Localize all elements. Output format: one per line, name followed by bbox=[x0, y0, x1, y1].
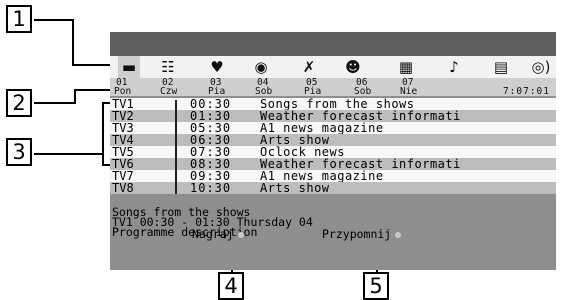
channel-name: TV6 bbox=[112, 158, 134, 170]
programme-time: 10:30 bbox=[190, 182, 232, 194]
programme-time: 06:30 bbox=[190, 134, 232, 146]
record-button[interactable]: Nagraj bbox=[192, 228, 244, 240]
radio-icon[interactable]: ◎) bbox=[528, 58, 554, 76]
film-icon[interactable]: ▦ bbox=[395, 58, 417, 76]
callout-2: 2 bbox=[6, 89, 32, 117]
news-icon[interactable]: ☷ bbox=[157, 58, 179, 76]
leader-line-1 bbox=[72, 19, 74, 66]
record-label: Nagraj bbox=[192, 227, 234, 241]
leader-line-1 bbox=[72, 64, 112, 66]
channel-name: TV1 bbox=[112, 98, 134, 110]
sport-icon[interactable]: ✗ bbox=[298, 58, 320, 76]
programme-time: 00:30 bbox=[190, 98, 232, 110]
programme-title: Oclock news bbox=[260, 146, 345, 158]
leader-line-1 bbox=[34, 19, 74, 21]
channel-name: TV4 bbox=[112, 134, 134, 146]
programme-title: A1 news magazine bbox=[260, 170, 384, 182]
date-day[interactable]: Pia bbox=[304, 87, 321, 97]
leader-line-3 bbox=[102, 102, 104, 166]
channel-name: TV7 bbox=[112, 170, 134, 182]
date-row: 01 Pon 02 Czw 03 Pia 04 Sob 05 Pia 06 So… bbox=[110, 78, 556, 96]
programme-title: Weather forecast informati bbox=[260, 158, 461, 170]
document-icon[interactable]: ▤ bbox=[490, 58, 512, 76]
music-icon[interactable]: ♪ bbox=[443, 58, 465, 76]
leader-line-3 bbox=[34, 153, 104, 155]
callout-4: 4 bbox=[218, 272, 244, 300]
programme-title: Weather forecast informati bbox=[260, 110, 461, 122]
category-icon-row: ▬ ☷ ♥ ◉ ✗ ☻ ▦ ♪ ▤ ◎) bbox=[110, 56, 556, 78]
column-separator bbox=[175, 100, 177, 194]
programme-time: 08:30 bbox=[190, 158, 232, 170]
heart-icon[interactable]: ♥ bbox=[206, 58, 228, 76]
remind-button[interactable]: Przypomnij bbox=[322, 227, 402, 241]
kids-icon[interactable]: ☻ bbox=[342, 58, 364, 76]
programme-title: Arts show bbox=[260, 134, 330, 146]
programme-time: 07:30 bbox=[190, 146, 232, 158]
programme-time: 09:30 bbox=[190, 170, 232, 182]
callout-3: 3 bbox=[6, 138, 32, 166]
record-indicator-icon bbox=[237, 231, 244, 238]
date-day[interactable]: Nie bbox=[400, 87, 417, 97]
leader-line-2 bbox=[74, 89, 76, 104]
programme-title: Arts show bbox=[260, 182, 330, 194]
callout-5: 5 bbox=[363, 272, 389, 300]
epg-screen: ▬ ☷ ♥ ◉ ✗ ☻ ▦ ♪ ▤ ◎) 01 Pon 02 Czw 03 Pi… bbox=[110, 32, 556, 270]
channel-name: TV2 bbox=[112, 110, 134, 122]
date-day[interactable]: Czw bbox=[160, 87, 177, 97]
clock: 7:07:01 bbox=[502, 86, 550, 97]
programme-time: 01:30 bbox=[190, 110, 232, 122]
tv-icon[interactable]: ▬ bbox=[118, 56, 140, 78]
remind-indicator-icon bbox=[395, 231, 402, 238]
remind-label: Przypomnij bbox=[322, 227, 392, 241]
leader-line-2 bbox=[74, 89, 112, 91]
palette-icon[interactable]: ◉ bbox=[250, 58, 272, 76]
programme-title: A1 news magazine bbox=[260, 122, 384, 134]
date-day[interactable]: Sob bbox=[354, 87, 371, 97]
channel-name: TV8 bbox=[112, 182, 134, 194]
channel-name: TV5 bbox=[112, 146, 134, 158]
top-band bbox=[110, 32, 556, 56]
programme-list: TV1 00:30 Songs from the shows TV2 01:30… bbox=[110, 98, 556, 196]
date-day[interactable]: Sob bbox=[255, 87, 272, 97]
programme-time: 05:30 bbox=[190, 122, 232, 134]
date-day[interactable]: Pon bbox=[114, 87, 131, 97]
channel-name: TV3 bbox=[112, 122, 134, 134]
leader-line-2 bbox=[34, 102, 76, 104]
date-day[interactable]: Pia bbox=[208, 87, 225, 97]
programme-title: Songs from the shows bbox=[260, 98, 415, 110]
callout-1: 1 bbox=[6, 5, 32, 33]
